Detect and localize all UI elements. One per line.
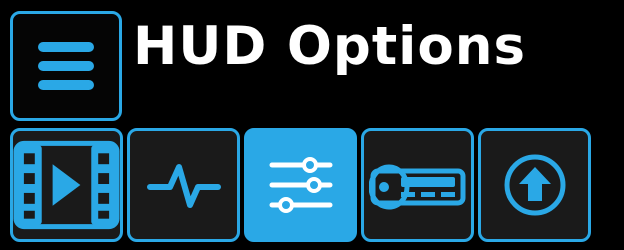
film-play-icon	[13, 140, 120, 230]
car-radio-icon	[368, 164, 465, 210]
upload-button[interactable]	[478, 128, 591, 242]
radio-button[interactable]	[361, 128, 474, 242]
pulse-button[interactable]	[127, 128, 240, 242]
page-title: HUD Options	[133, 16, 527, 77]
up-arrow-circle-icon	[504, 154, 565, 216]
sliders-button[interactable]	[244, 128, 357, 242]
hud-toolbar	[10, 128, 594, 242]
pulse-waveform-icon	[146, 164, 221, 208]
hamburger-menu-icon	[38, 42, 94, 90]
hamburger-menu-button[interactable]	[10, 11, 122, 121]
video-button[interactable]	[10, 128, 123, 242]
sliders-icon	[269, 157, 332, 213]
